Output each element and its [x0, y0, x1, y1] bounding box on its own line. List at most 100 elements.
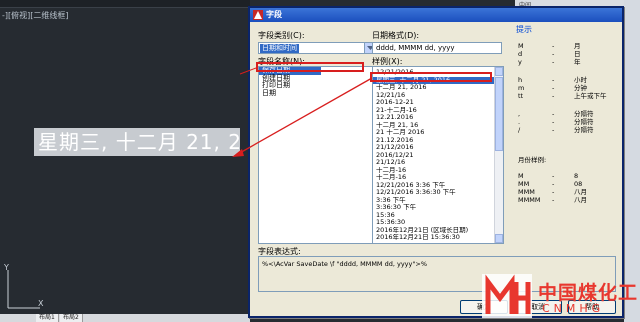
- hint-row-key: tt: [518, 92, 524, 100]
- hint-row: m - 分钟: [518, 84, 618, 92]
- field-name-item[interactable]: 打印日期: [259, 81, 375, 90]
- watermark-en: CNMHG: [542, 302, 605, 315]
- example-item[interactable]: 12/21/2016: [373, 69, 495, 77]
- hint-row: , - 分隔符: [518, 110, 618, 118]
- example-item[interactable]: 15:36: [373, 212, 495, 220]
- hint-row: d-日: [518, 50, 618, 58]
- layout-tab-2[interactable]: 布局2: [60, 314, 83, 322]
- examples-items: 12/21/2016 星期三, 十二月 21, 2016 十二月 21, 2016 1…: [373, 69, 495, 242]
- hint-row-dash: -: [552, 50, 555, 58]
- hints-title: 提示: [516, 25, 532, 34]
- month-example-row-value: 八月: [574, 188, 587, 196]
- hint-row-dash: -: [552, 92, 555, 100]
- hint-row: M-月: [518, 42, 618, 50]
- hint-row-value: 分钟: [574, 84, 587, 92]
- hint-row-value: 分隔符: [574, 110, 594, 118]
- hint-row: tt - 上午或下午: [518, 92, 618, 100]
- hint-row-value: 分隔符: [574, 118, 594, 126]
- hint-row-key: /: [518, 126, 521, 134]
- hint-row: . - 分隔符: [518, 118, 618, 126]
- hint-row-dash: -: [552, 76, 555, 84]
- hint-row-key: y: [518, 58, 522, 66]
- hint-row-key: m: [518, 84, 525, 92]
- watermark-logo-icon: [482, 274, 532, 318]
- month-example-row-value: 8: [574, 172, 579, 180]
- watermark: 中国煤化工 CNMHG: [478, 270, 640, 322]
- month-example-row-dash: -: [552, 196, 555, 204]
- hint-row: / - 分隔符: [518, 126, 618, 134]
- hint-row-value: 年: [574, 58, 581, 66]
- hint-row-key: h: [518, 76, 523, 84]
- example-item[interactable]: 2016-12-21: [373, 99, 495, 107]
- hint-row-dash: -: [552, 118, 555, 126]
- scroll-thumb[interactable]: [495, 77, 503, 151]
- month-example-row-value: 八月: [574, 196, 587, 204]
- example-item[interactable]: 十二月 21, 2016: [373, 84, 495, 92]
- example-item[interactable]: 21 十二月 2016: [373, 129, 495, 137]
- field-category-label: 字段类别(C):: [258, 31, 305, 40]
- selected-date-text-object[interactable]: 星期三, 十二月 21, 2016: [34, 128, 240, 156]
- example-item[interactable]: 十二月 21, 16: [373, 122, 495, 130]
- hint-row: h - 小时: [518, 76, 618, 84]
- example-item[interactable]: 十二月-16: [373, 174, 495, 182]
- ucs-y-label: Y: [3, 263, 9, 272]
- example-item[interactable]: 21.12.2016: [373, 137, 495, 145]
- scroll-up-button[interactable]: [495, 67, 503, 76]
- month-example-row-value: 08: [574, 180, 583, 188]
- watermark-cn: 中国煤化工: [538, 282, 639, 304]
- date-format-input[interactable]: dddd, MMMM dd, yyyy: [372, 42, 502, 54]
- hint-row-value: 分隔符: [574, 126, 594, 134]
- ucs-x-label: X: [38, 299, 44, 308]
- field-category-value: 日期和时间: [260, 44, 299, 53]
- month-example-row-dash: -: [552, 188, 555, 196]
- example-item[interactable]: 21/12/2016: [373, 144, 495, 152]
- examples-scrollbar[interactable]: [494, 67, 503, 243]
- example-item[interactable]: 2016年12月21日 (区域长日期): [373, 227, 495, 235]
- hint-row-value: 月: [574, 42, 581, 50]
- dialog-title: 字段: [266, 10, 282, 19]
- hint-row-dash: -: [552, 42, 555, 50]
- month-example-row: M - 8: [518, 172, 618, 180]
- viewport-label[interactable]: -][俯视][二维线框]: [2, 10, 69, 21]
- hint-row: y-年: [518, 58, 618, 66]
- example-item[interactable]: 12.21.2016: [373, 114, 495, 122]
- hint-row-value: 日: [574, 50, 581, 58]
- example-item[interactable]: 12/21/16: [373, 92, 495, 100]
- hint-row-value: 小时: [574, 76, 587, 84]
- example-item[interactable]: 2016/12/21: [373, 152, 495, 160]
- month-example-row: MMM - 八月: [518, 188, 618, 196]
- example-item[interactable]: 12/21/2016 3:36:30 下午: [373, 189, 495, 197]
- month-example-row-dash: -: [552, 172, 555, 180]
- hint-row-key: d: [518, 50, 523, 58]
- scroll-down-button[interactable]: [495, 234, 503, 243]
- cad-top-bar: [0, 0, 250, 8]
- example-item[interactable]: 12/21/2016 3:36 下午: [373, 182, 495, 190]
- field-names-list[interactable]: 保存日期 创建日期 打印日期 日期: [258, 66, 376, 244]
- hint-row-value: 上午或下午: [574, 92, 607, 100]
- example-item[interactable]: 15:36:30: [373, 219, 495, 227]
- example-item[interactable]: 星期三, 十二月 21, 2016: [373, 76, 495, 84]
- month-example-row-key: MMM: [518, 188, 535, 196]
- example-item[interactable]: 21/12/16: [373, 159, 495, 167]
- field-name-item[interactable]: 日期: [259, 89, 375, 98]
- month-example-row: MM - 08: [518, 180, 618, 188]
- hint-row-dash: -: [552, 126, 555, 134]
- ucs-icon: Y X: [3, 263, 44, 309]
- month-example-row-key: M: [518, 172, 524, 180]
- example-item[interactable]: 2016年12月21日 15:36:30: [373, 234, 495, 242]
- example-item[interactable]: 21-十二月-16: [373, 107, 495, 115]
- example-item[interactable]: 3:36 下午: [373, 197, 495, 205]
- date-format-label: 日期格式(D):: [372, 31, 420, 40]
- hints-panel: 提示 M - 月 d - 日 y - 年 h - 小时 m - 分钟 tt - 上午或下午, - 分隔符. - 分隔符 / -…: [512, 22, 622, 242]
- dialog-titlebar[interactable]: 字段: [250, 8, 622, 22]
- example-item[interactable]: 3:36:30 下午: [373, 204, 495, 212]
- hint-row-key: .: [518, 118, 521, 126]
- field-category-select[interactable]: 日期和时间: [258, 42, 376, 54]
- layout-tab-1[interactable]: 布局1: [36, 314, 59, 322]
- example-item[interactable]: 十二月-16: [373, 167, 495, 175]
- examples-list[interactable]: 12/21/2016 星期三, 十二月 21, 2016 十二月 21, 2016 1…: [372, 66, 504, 244]
- hint-row-dash: -: [552, 84, 555, 92]
- hint-row-dash: -: [552, 110, 555, 118]
- month-examples-title: 月份样例:: [518, 156, 547, 164]
- month-example-row: MMMM - 八月: [518, 196, 618, 204]
